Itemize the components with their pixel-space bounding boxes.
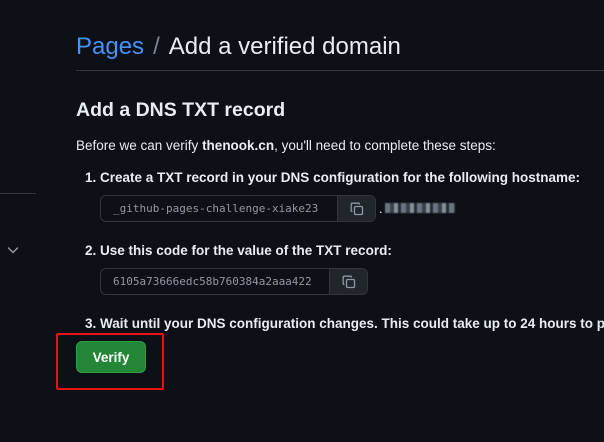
hostname-code[interactable]: _github-pages-challenge-xiake23 xyxy=(101,196,337,221)
sidebar-divider xyxy=(0,193,36,194)
step-1-text: 1. Create a TXT record in your DNS confi… xyxy=(85,170,581,185)
hostname-suffix: . xyxy=(379,200,455,216)
copy-icon xyxy=(350,202,363,215)
page-title: Add a verified domain xyxy=(168,33,401,60)
breadcrumb: Pages / Add a verified domain xyxy=(76,30,401,64)
breadcrumb-separator: / xyxy=(153,33,160,60)
step-2-text: 2. Use this code for the value of the TX… xyxy=(85,243,392,258)
hostname-dot: . xyxy=(379,200,383,216)
txt-value-code-box: 6105a73666edc58b760384a2aaa422 xyxy=(100,268,368,295)
txt-value-code[interactable]: 6105a73666edc58b760384a2aaa422 xyxy=(101,269,329,294)
title-divider xyxy=(76,70,604,71)
copy-hostname-button[interactable] xyxy=(337,196,375,221)
copy-txt-value-button[interactable] xyxy=(329,269,367,294)
chevron-down-icon[interactable] xyxy=(6,243,20,257)
intro-suffix: , you'll need to complete these steps: xyxy=(274,138,496,153)
step-3-text: 3. Wait until your DNS configuration cha… xyxy=(85,316,604,331)
intro-text: Before we can verify thenook.cn, you'll … xyxy=(76,138,496,153)
section-heading: Add a DNS TXT record xyxy=(76,99,286,121)
breadcrumb-pages-link[interactable]: Pages xyxy=(76,33,144,61)
domain-name: thenook.cn xyxy=(202,138,275,153)
intro-prefix: Before we can verify xyxy=(76,138,203,153)
hostname-code-box: _github-pages-challenge-xiake23 xyxy=(100,195,376,222)
verify-button[interactable]: Verify xyxy=(76,341,146,373)
copy-icon xyxy=(342,275,355,288)
redacted-domain xyxy=(384,203,455,213)
page: Pages / Add a verified domain Add a DNS … xyxy=(0,0,604,442)
